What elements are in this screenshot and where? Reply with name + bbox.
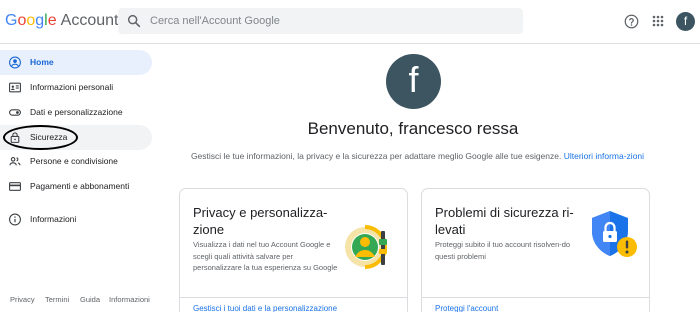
manage-data-link[interactable]: Gestisci i tuoi dati e la personalizzazi… (193, 304, 337, 312)
sidebar-item-home[interactable]: Home (0, 50, 152, 75)
card-title: Problemi di sicurezza ri-levati (435, 205, 574, 237)
protect-account-link[interactable]: Proteggi l'account (435, 304, 498, 312)
card-divider (180, 297, 407, 298)
card-description: Proteggi subito il tuo account risolven-… (435, 240, 571, 261)
sidebar-item-label: Home (30, 57, 54, 67)
search-input[interactable] (150, 8, 510, 34)
logo-letter: e (47, 12, 57, 29)
top-bar: GoogleAccount f (0, 0, 700, 44)
card-title: Privacy e personalizza-zione (193, 205, 328, 237)
sidebar-item-label: Pagamenti e abbonamenti (30, 181, 130, 191)
sidebar-item-label: Persone e condivisione (30, 156, 118, 166)
sidebar-item-personal-info[interactable]: Informazioni personali (0, 75, 152, 100)
privacy-personalization-icon (345, 225, 387, 269)
help-icon[interactable] (624, 14, 639, 29)
apps-grid-icon[interactable] (652, 15, 664, 27)
sidebar-item-payments[interactable]: Pagamenti e abbonamenti (0, 174, 152, 199)
logo-suffix: Account (60, 12, 119, 29)
logo-letter: G (5, 12, 18, 29)
logo-letter: o (26, 12, 36, 29)
credit-card-icon (9, 182, 21, 191)
sidebar-item-label: Informazioni personali (30, 82, 114, 92)
logo-letter: g (35, 12, 45, 29)
sidebar-item-label: Dati e personalizzazione (30, 107, 123, 117)
privacy-card[interactable]: Privacy e personalizza-zione Visualizza … (179, 188, 408, 312)
search-icon[interactable] (126, 13, 142, 29)
sidebar-item-security[interactable]: Sicurezza (0, 125, 152, 150)
toggle-icon (9, 109, 21, 116)
info-icon (9, 213, 21, 226)
sidebar-item-people-sharing[interactable]: Persone e condivisione (0, 149, 152, 174)
welcome-heading: Benvenuto, francesco ressa (307, 119, 519, 138)
id-card-icon (9, 82, 21, 93)
card-description: Visualizza i dati nel tuo Account Google… (193, 240, 338, 272)
account-avatar[interactable]: f (676, 12, 695, 31)
learn-more-link[interactable]: Ulteriori informa-zioni (564, 151, 644, 161)
footer-link-help[interactable]: Guida (80, 295, 100, 304)
footer-link-about[interactable]: Informazioni (109, 295, 150, 304)
card-divider (422, 297, 649, 298)
footer-link-privacy[interactable]: Privacy (10, 295, 35, 304)
sidebar: Home Informazioni personali Dati e perso… (0, 44, 160, 312)
intro-description: Gestisci le tue informazioni, la privacy… (190, 151, 562, 161)
google-account-logo[interactable]: Google Account (5, 12, 118, 30)
lock-icon (10, 132, 20, 143)
person-circle-icon (9, 56, 21, 69)
profile-avatar[interactable]: f (386, 54, 441, 109)
footer-link-terms[interactable]: Termini (45, 295, 69, 304)
sidebar-item-about[interactable]: Informazioni (0, 207, 152, 232)
security-issues-card[interactable]: Problemi di sicurezza ri-levati Proteggi… (421, 188, 650, 312)
sidebar-item-data-personalization[interactable]: Dati e personalizzazione (0, 100, 152, 125)
sidebar-item-label: Informazioni (30, 214, 77, 224)
intro-text: Gestisci le tue informazioni, la privacy… (180, 150, 655, 163)
sidebar-item-label: Sicurezza (30, 132, 68, 142)
people-icon (9, 157, 21, 166)
search-bar[interactable] (118, 8, 523, 34)
shield-warning-icon (592, 211, 637, 257)
